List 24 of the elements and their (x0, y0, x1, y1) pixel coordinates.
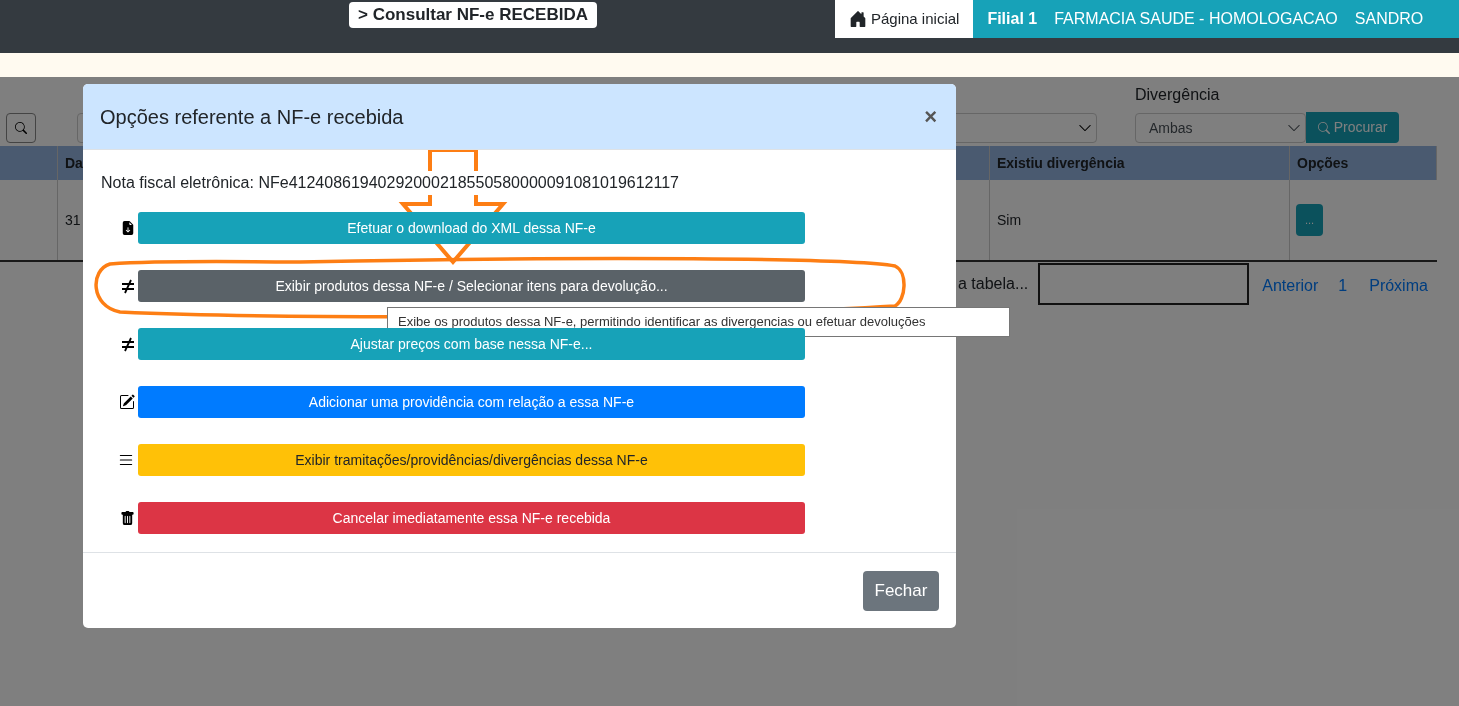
page-title: > Consultar NF-e RECEBIDA (349, 2, 597, 28)
table-search-label: a tabela... (958, 274, 1029, 294)
action-button[interactable]: Efetuar o download do XML dessa NF-e (138, 212, 805, 244)
modal-title: Opções referente a NF-e recebida (100, 104, 404, 130)
close-modal-button[interactable]: Fechar (863, 570, 939, 611)
action-button[interactable]: Ajustar preços com base nessa NF-e... (138, 328, 805, 360)
table-cell: Sim (990, 180, 1290, 260)
branch-label: Filial 1 (987, 9, 1038, 29)
next-link[interactable]: Próxima (1369, 274, 1428, 298)
options-button[interactable]: ... (1296, 204, 1323, 236)
action-button[interactable]: Cancelar imediatamente essa NF-e recebida (138, 502, 805, 534)
close-button[interactable]: × (924, 105, 937, 128)
action-button[interactable]: Exibir produtos dessa NF-e / Selecionar itens para devolução... (138, 270, 805, 302)
company-name: FARMACIA SAUDE - HOMOLOGACAO (1054, 9, 1338, 29)
divergence-select[interactable]: Ambas (1135, 113, 1306, 143)
user-name: SANDRO (1354, 9, 1424, 29)
divergence-label: Divergência (1135, 85, 1221, 105)
search-submit-button[interactable]: Procurar (1306, 112, 1399, 143)
action-button[interactable]: Exibir tramitações/providências/divergências dessa NF-e (138, 444, 805, 476)
home-link[interactable]: Página inicial (835, 0, 974, 38)
invoice-text: Nota fiscal eletrônica: NFe41240861940292000218550580000091081019612117 (101, 171, 679, 195)
previous-link[interactable]: Anterior (1262, 274, 1319, 298)
page-link[interactable]: 1 (1338, 274, 1348, 298)
action-button[interactable]: Adicionar uma providência com relação a essa NF-e (138, 386, 805, 418)
